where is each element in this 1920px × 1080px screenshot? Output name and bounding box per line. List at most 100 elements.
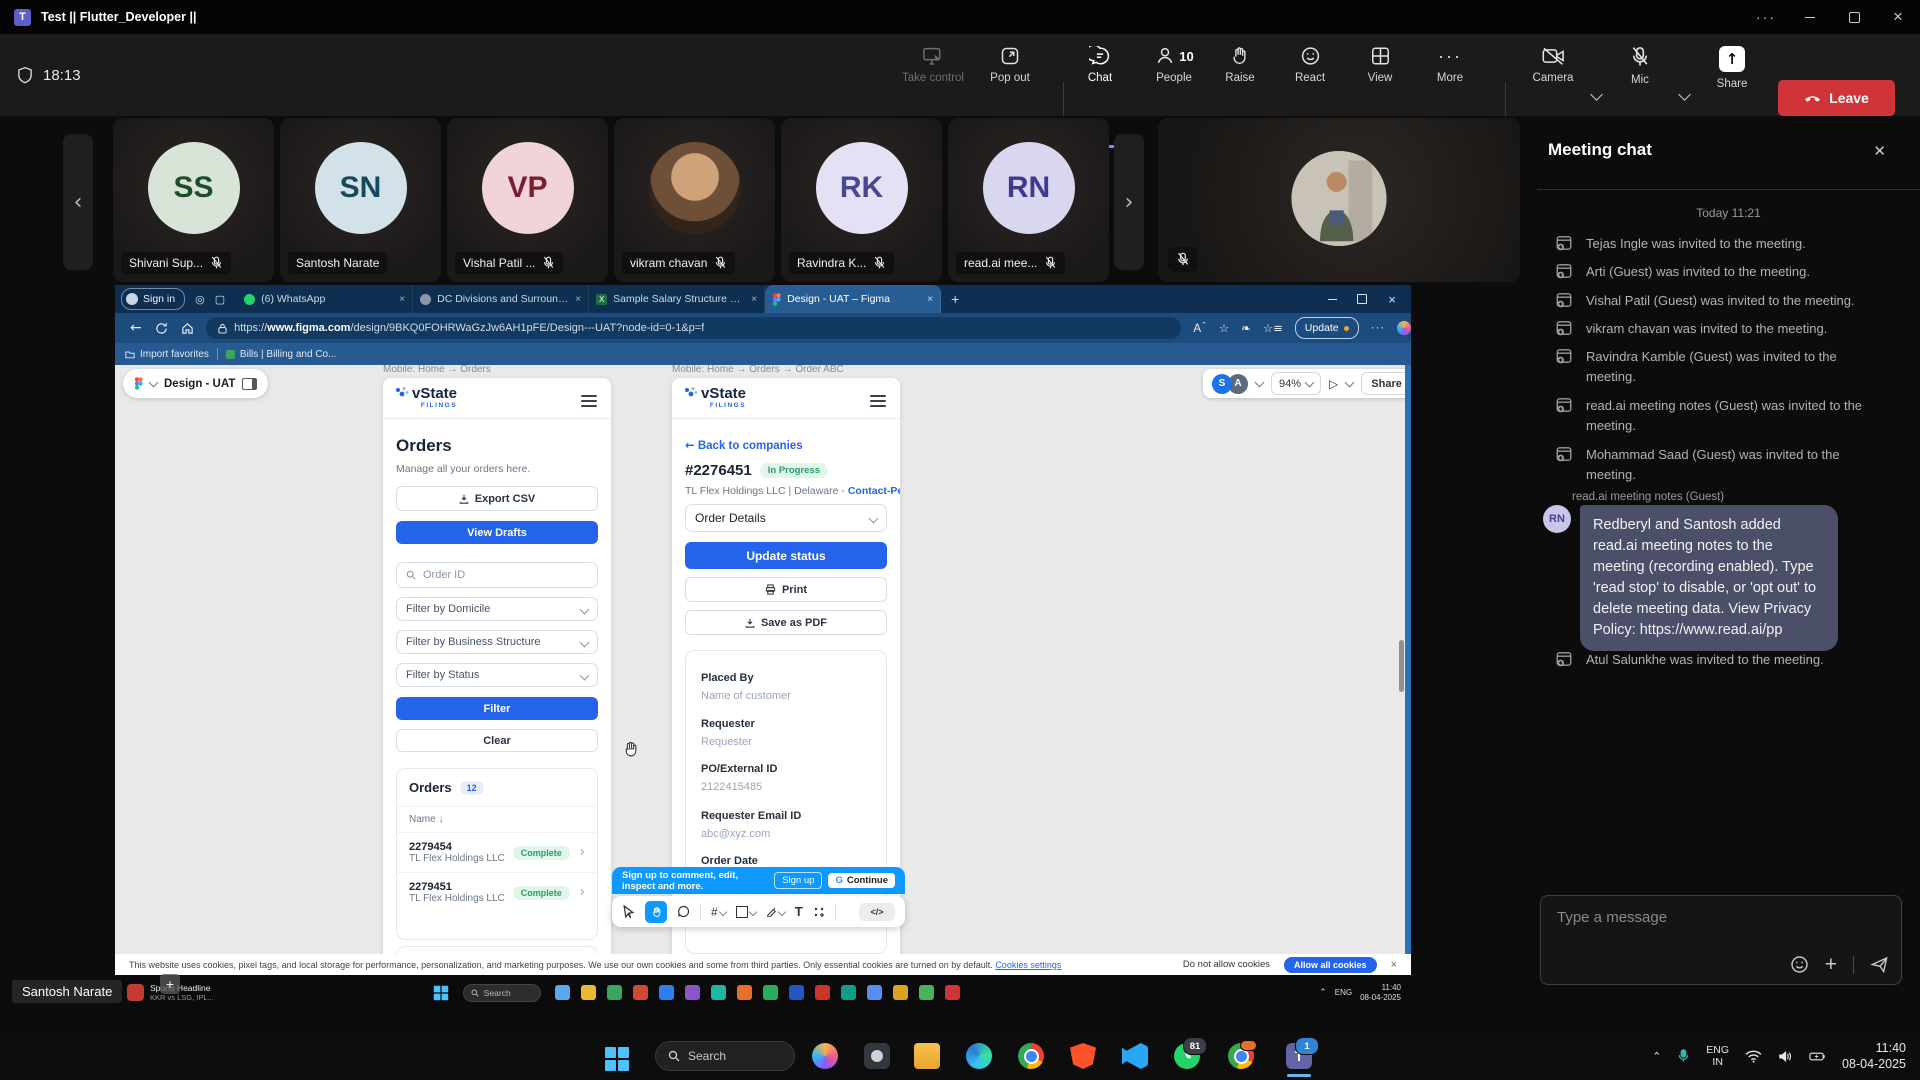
frame-label-orders[interactable]: Mobile: Home → Orders bbox=[383, 365, 491, 375]
browser-tab-dc-divisions[interactable]: DC Divisions and Surroundings× bbox=[413, 285, 589, 313]
presenter-taskbar-app-icon[interactable] bbox=[789, 985, 804, 1000]
collaborator-avatar[interactable]: S bbox=[1212, 374, 1232, 394]
hamburger-menu-icon[interactable] bbox=[581, 392, 597, 410]
hand-tool-icon[interactable] bbox=[645, 901, 667, 923]
presenter-taskbar-app-icon[interactable] bbox=[711, 985, 726, 1000]
refresh-icon[interactable] bbox=[149, 322, 175, 335]
mic-button[interactable]: Mic bbox=[1605, 46, 1675, 86]
order-details-dropdown[interactable]: Order Details bbox=[685, 504, 887, 532]
raise-hand-button[interactable]: Raise bbox=[1205, 46, 1275, 84]
copilot-icon[interactable] bbox=[1397, 321, 1411, 335]
browser-copilot-icon[interactable]: ◎ bbox=[195, 293, 205, 306]
taskbar-clock[interactable]: 11:4008-04-2025 bbox=[1842, 1040, 1906, 1072]
favorite-bills-link[interactable]: Bills | Billing and Co... bbox=[226, 349, 337, 360]
participant-tile[interactable]: vikram chavan bbox=[614, 118, 775, 282]
file-explorer-icon[interactable] bbox=[914, 1043, 940, 1069]
browser-scrollbar[interactable] bbox=[1405, 365, 1411, 954]
figma-doc-pill[interactable]: Design - UAT bbox=[123, 369, 268, 398]
frame-label-order-abc[interactable]: Mobile: Home → Orders → Order ABC bbox=[672, 365, 844, 375]
contact-person-link[interactable]: Contact-Person bbox=[848, 485, 900, 497]
column-header-name[interactable]: Name ↓ bbox=[397, 807, 597, 833]
order-row[interactable]: 2279451 TL Flex Holdings LLC Complete › bbox=[397, 873, 597, 912]
presenter-taskbar-app-icon[interactable] bbox=[841, 985, 856, 1000]
taskbar-search-box[interactable]: Search bbox=[655, 1041, 795, 1071]
tab-actions-icon[interactable]: ▢ bbox=[215, 293, 225, 306]
back-icon[interactable]: ← bbox=[123, 320, 149, 336]
presenter-start-button[interactable] bbox=[434, 985, 448, 999]
titlebar-more-icon[interactable]: ··· bbox=[1744, 0, 1788, 34]
browser-tab-salary-sheet[interactable]: X Sample Salary Structure with calc× bbox=[589, 285, 765, 313]
toggle-sidebar-icon[interactable] bbox=[242, 378, 257, 390]
presenter-taskbar-app-icon[interactable] bbox=[633, 985, 648, 1000]
presenter-taskbar-app-icon[interactable] bbox=[867, 985, 882, 1000]
canvas-scrollbar[interactable] bbox=[1399, 640, 1404, 692]
export-csv-button[interactable]: Export CSV bbox=[396, 486, 598, 511]
participant-tile[interactable]: RK Ravindra K... bbox=[781, 118, 942, 282]
collaborators-chevron-icon[interactable] bbox=[1255, 378, 1265, 388]
favorite-star-icon[interactable]: ☆ bbox=[1219, 321, 1229, 335]
resources-tool-icon[interactable] bbox=[813, 906, 825, 918]
presenter-clock[interactable]: 11:4008-04-2025 bbox=[1360, 983, 1401, 1003]
browser-update-button[interactable]: Update bbox=[1295, 317, 1359, 339]
filmstrip-prev-button[interactable]: ‹ bbox=[63, 134, 93, 270]
browser-menu-icon[interactable]: ··· bbox=[1371, 322, 1386, 334]
browser-icon-notification[interactable] bbox=[1228, 1043, 1254, 1069]
figma-frame-orders[interactable]: vStateFILINGS Orders Manage all your ord… bbox=[383, 378, 611, 954]
figma-share-button[interactable]: Share bbox=[1361, 372, 1411, 395]
move-tool-icon[interactable] bbox=[622, 905, 635, 919]
pop-out-button[interactable]: Pop out bbox=[975, 46, 1045, 84]
camera-button[interactable]: Camera bbox=[1518, 46, 1588, 84]
presenter-taskbar-app-icon[interactable] bbox=[893, 985, 908, 1000]
chat-close-icon[interactable]: ✕ bbox=[1873, 142, 1886, 160]
presenter-taskbar-app-icon[interactable] bbox=[659, 985, 674, 1000]
react-button[interactable]: React bbox=[1275, 46, 1345, 84]
presenter-taskbar-app-icon[interactable] bbox=[763, 985, 778, 1000]
present-chevron-icon[interactable] bbox=[1345, 378, 1355, 388]
copilot-icon[interactable] bbox=[812, 1043, 838, 1069]
figma-signup-button[interactable]: Sign up bbox=[774, 872, 822, 889]
deny-cookies-button[interactable]: Do not allow cookies bbox=[1183, 959, 1270, 970]
filter-business-dropdown[interactable]: Filter by Business Structure bbox=[396, 630, 598, 654]
pen-tool[interactable] bbox=[766, 906, 785, 917]
allow-cookies-button[interactable]: Allow all cookies bbox=[1284, 957, 1377, 973]
figma-canvas[interactable]: Design - UAT Mobile: Home → Orders Mobil… bbox=[115, 365, 1411, 954]
filter-button[interactable]: Filter bbox=[396, 697, 598, 720]
zoom-control[interactable]: 94% bbox=[1271, 372, 1321, 395]
participant-tile[interactable]: VP Vishal Patil ... bbox=[447, 118, 608, 282]
cookie-close-icon[interactable]: × bbox=[1391, 959, 1397, 971]
browser-close-button[interactable]: × bbox=[1377, 285, 1407, 313]
browser-tab-figma-active[interactable]: Design - UAT – Figma× bbox=[765, 285, 941, 313]
attach-plus-icon[interactable]: + bbox=[1825, 956, 1837, 974]
whatsapp-icon[interactable]: 81 bbox=[1174, 1043, 1200, 1069]
presenter-taskbar-app-icon[interactable] bbox=[815, 985, 830, 1000]
clear-button[interactable]: Clear bbox=[396, 729, 598, 752]
tab-close-icon[interactable]: × bbox=[399, 294, 405, 305]
cookie-settings-link[interactable]: Cookies settings bbox=[995, 960, 1061, 970]
order-row[interactable]: 2279454 TL Flex Holdings LLC Complete › bbox=[397, 833, 597, 873]
shape-tool[interactable] bbox=[736, 906, 756, 918]
wifi-icon[interactable] bbox=[1745, 1050, 1762, 1063]
browser-minimize-button[interactable] bbox=[1317, 285, 1347, 313]
presenter-taskbar-app-icon[interactable] bbox=[581, 985, 596, 1000]
text-tool-icon[interactable]: T bbox=[795, 904, 803, 919]
hamburger-menu-icon[interactable] bbox=[870, 392, 886, 410]
filter-domicile-dropdown[interactable]: Filter by Domicile bbox=[396, 597, 598, 621]
mic-options-chevron-icon[interactable] bbox=[1678, 88, 1691, 101]
back-to-companies-link[interactable]: ← Back to companies bbox=[685, 438, 803, 452]
presenter-taskbar-app-icon[interactable] bbox=[555, 985, 570, 1000]
new-tab-button[interactable]: + bbox=[951, 291, 959, 307]
share-screen-button[interactable]: ↑ Share bbox=[1697, 46, 1767, 90]
presenter-language[interactable]: ENG bbox=[1335, 988, 1352, 997]
spotlight-tile[interactable] bbox=[1158, 118, 1520, 282]
dev-mode-toggle[interactable]: </> bbox=[859, 903, 895, 921]
edge-icon[interactable] bbox=[966, 1043, 992, 1069]
view-drafts-button[interactable]: View Drafts bbox=[396, 521, 598, 544]
doc-menu-chevron-icon[interactable] bbox=[149, 378, 159, 388]
tray-mic-icon[interactable] bbox=[1677, 1048, 1690, 1064]
favorites-bar-icon[interactable]: ☆≡ bbox=[1263, 321, 1283, 335]
tab-close-icon[interactable]: × bbox=[751, 294, 757, 305]
leave-button[interactable]: Leave bbox=[1778, 80, 1895, 116]
browser-tab-whatsapp[interactable]: (6) WhatsApp× bbox=[237, 285, 413, 313]
filmstrip-next-button[interactable]: › bbox=[1114, 134, 1144, 270]
minimize-button[interactable] bbox=[1788, 0, 1832, 34]
